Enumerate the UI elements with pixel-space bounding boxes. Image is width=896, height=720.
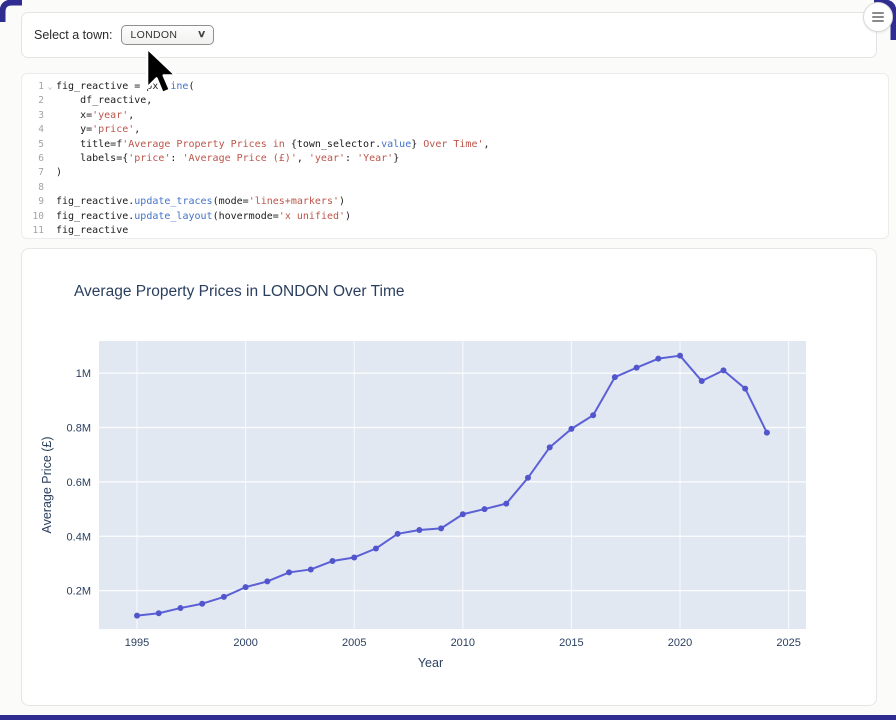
svg-text:0.6M: 0.6M (67, 477, 91, 489)
svg-text:Average Price (£): Average Price (£) (40, 436, 54, 533)
svg-text:2010: 2010 (451, 637, 475, 649)
fold-arrow-icon[interactable]: ⌄ (44, 80, 56, 94)
notebook-menu-button[interactable] (863, 2, 893, 32)
svg-text:1M: 1M (76, 368, 91, 380)
code-line: 2 df_reactive, (22, 94, 888, 108)
code-line: 4 y='price', (22, 123, 888, 137)
town-select-dropdown[interactable]: LONDON ∨ (121, 25, 214, 45)
selector-cell: Select a town: LONDON ∨ (21, 12, 877, 58)
code-line: 7) (22, 166, 888, 180)
chevron-down-icon: ∨ (197, 30, 207, 40)
price-line-chart[interactable]: 1995 2000 2005 2010 2015 2020 2025 0.2M 0.4M 0.6M… (22, 249, 878, 707)
code-line: 10fig_reactive.update_layout(hovermode='… (22, 210, 888, 224)
svg-text:0.8M: 0.8M (67, 422, 91, 434)
svg-text:0.2M: 0.2M (67, 586, 91, 598)
code-line: 8 (22, 181, 888, 195)
svg-text:2020: 2020 (668, 637, 692, 649)
code-line: 11fig_reactive (22, 224, 888, 238)
app: { "selector": { "label": "Select a town:… (0, 0, 896, 720)
code-line: 9fig_reactive.update_traces(mode='lines+… (22, 195, 888, 209)
svg-text:0.4M: 0.4M (67, 531, 91, 543)
town-select-value: LONDON (131, 29, 178, 41)
code-line: 5 title=f'Average Property Prices in {to… (22, 138, 888, 152)
svg-text:2025: 2025 (776, 637, 800, 649)
svg-text:Year: Year (418, 656, 443, 670)
chart-output-cell: Average Property Prices in LONDON Over T… (21, 248, 877, 706)
svg-text:1995: 1995 (125, 637, 149, 649)
hamburger-icon (872, 12, 884, 22)
code-line: 1⌄fig_reactive = px.line( (22, 80, 888, 94)
svg-text:2000: 2000 (233, 637, 257, 649)
svg-text:2015: 2015 (559, 637, 583, 649)
town-select-label: Select a town: (34, 28, 113, 42)
code-lines: 1⌄fig_reactive = px.line(2 df_reactive,3… (22, 80, 888, 238)
code-editor-cell[interactable]: 1⌄fig_reactive = px.line(2 df_reactive,3… (21, 73, 889, 239)
code-line: 3 x='year', (22, 109, 888, 123)
svg-text:2005: 2005 (342, 637, 366, 649)
window-frame-bottom (0, 715, 896, 720)
window-frame-corner-top-left (0, 0, 22, 22)
code-line: 6 labels={'price': 'Average Price (£)', … (22, 152, 888, 166)
